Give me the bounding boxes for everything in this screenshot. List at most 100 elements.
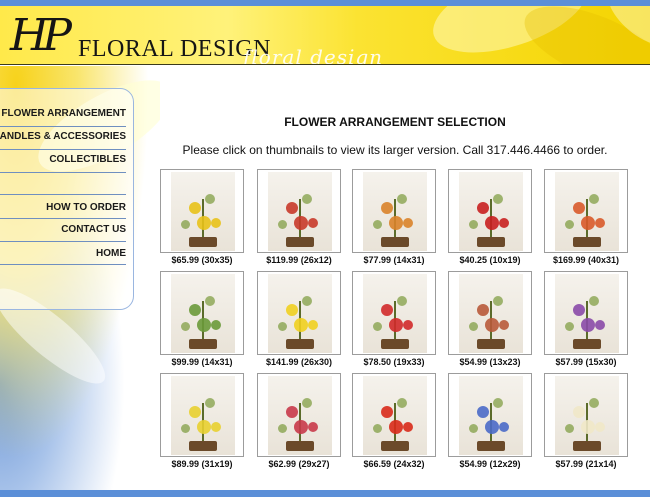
arrangement-bloom <box>493 398 503 408</box>
product-price: $54.99 (13x23) <box>459 357 521 367</box>
arrangement-bloom <box>286 406 298 418</box>
arrangement-bloom <box>397 296 407 306</box>
arrangement-bloom <box>397 398 407 408</box>
arrangement-bloom <box>205 398 215 408</box>
arrangement-bloom <box>373 220 382 229</box>
arrangement-bloom <box>278 322 287 331</box>
product-thumbnail[interactable] <box>257 169 341 253</box>
product-price: $54.99 (12x29) <box>459 459 521 469</box>
arrangement-bloom <box>595 218 605 228</box>
nav-divider <box>0 172 126 173</box>
product-price: $89.99 (31x19) <box>171 459 233 469</box>
arrangement-bloom <box>469 220 478 229</box>
product-price: $57.99 (21x14) <box>555 459 617 469</box>
product-price: $99.99 (14x31) <box>171 357 233 367</box>
arrangement-bloom <box>581 318 595 332</box>
arrangement-bloom <box>278 424 287 433</box>
arrangement-pot <box>477 237 505 247</box>
arrangement-bloom <box>589 296 599 306</box>
site-header: HP FLORAL DESIGN floral design <box>0 6 650 65</box>
product-price: $141.99 (26x30) <box>265 357 333 367</box>
product-thumbnail[interactable] <box>352 271 436 355</box>
arrangement-bloom <box>493 296 503 306</box>
product-thumbnail[interactable] <box>257 271 341 355</box>
arrangement-bloom <box>403 320 413 330</box>
logo-title: FLORAL DESIGN <box>78 36 271 62</box>
product-thumbnail[interactable] <box>544 373 628 457</box>
arrangement-photo <box>363 172 427 251</box>
nav-home[interactable]: HOME <box>96 248 126 259</box>
arrangement-bloom <box>373 424 382 433</box>
arrangement-pot <box>189 339 217 349</box>
arrangement-pot <box>573 441 601 451</box>
product-thumbnail[interactable] <box>352 169 436 253</box>
product-thumbnail[interactable] <box>160 169 244 253</box>
arrangement-bloom <box>485 318 499 332</box>
nav-flower-arrangement[interactable]: FLOWER ARRANGEMENT <box>1 108 126 119</box>
product-price: $65.99 (30x35) <box>171 255 233 265</box>
arrangement-bloom <box>499 422 509 432</box>
arrangement-bloom <box>477 304 489 316</box>
arrangement-bloom <box>286 202 298 214</box>
arrangement-bloom <box>477 202 489 214</box>
arrangement-bloom <box>389 318 403 332</box>
arrangement-bloom <box>302 398 312 408</box>
arrangement-bloom <box>189 202 201 214</box>
arrangement-bloom <box>294 420 308 434</box>
arrangement-photo <box>555 172 619 251</box>
arrangement-bloom <box>581 216 595 230</box>
product-price: $66.59 (24x32) <box>363 459 425 469</box>
arrangement-pot <box>286 441 314 451</box>
arrangement-pot <box>573 339 601 349</box>
arrangement-bloom <box>485 216 499 230</box>
arrangement-bloom <box>278 220 287 229</box>
arrangement-bloom <box>573 304 585 316</box>
nav-divider <box>0 126 126 127</box>
product-thumbnail[interactable] <box>544 271 628 355</box>
arrangement-photo <box>555 376 619 455</box>
product-thumbnail[interactable] <box>544 169 628 253</box>
page-title: FLOWER ARRANGEMENT SELECTION <box>284 115 506 129</box>
product-thumbnail[interactable] <box>160 271 244 355</box>
arrangement-bloom <box>181 322 190 331</box>
arrangement-bloom <box>589 194 599 204</box>
arrangement-bloom <box>403 218 413 228</box>
arrangement-bloom <box>181 220 190 229</box>
arrangement-bloom <box>197 420 211 434</box>
nav-how-to-order[interactable]: HOW TO ORDER <box>46 202 126 213</box>
arrangement-bloom <box>477 406 489 418</box>
nav-collectibles[interactable]: COLLECTIBLES <box>49 154 126 165</box>
product-thumbnail[interactable] <box>352 373 436 457</box>
nav-divider <box>0 264 126 265</box>
nav-contact-us[interactable]: CONTACT US <box>61 224 126 235</box>
arrangement-bloom <box>211 320 221 330</box>
product-price: $78.50 (19x33) <box>363 357 425 367</box>
nav-candles-accessories[interactable]: CANDLES & ACCESSORIES <box>0 131 126 142</box>
arrangement-bloom <box>189 304 201 316</box>
arrangement-pot <box>189 441 217 451</box>
arrangement-bloom <box>211 422 221 432</box>
product-thumbnail[interactable] <box>257 373 341 457</box>
arrangement-bloom <box>308 218 318 228</box>
arrangement-photo <box>171 376 235 455</box>
product-thumbnail[interactable] <box>448 373 532 457</box>
product-thumbnail[interactable] <box>448 271 532 355</box>
arrangement-bloom <box>403 422 413 432</box>
arrangement-bloom <box>294 216 308 230</box>
arrangement-bloom <box>381 406 393 418</box>
arrangement-bloom <box>294 318 308 332</box>
arrangement-bloom <box>499 218 509 228</box>
arrangement-photo <box>363 274 427 353</box>
arrangement-bloom <box>308 320 318 330</box>
product-thumbnail[interactable] <box>160 373 244 457</box>
arrangement-bloom <box>595 320 605 330</box>
arrangement-bloom <box>381 304 393 316</box>
arrangement-pot <box>381 441 409 451</box>
product-thumbnail[interactable] <box>448 169 532 253</box>
arrangement-pot <box>381 339 409 349</box>
nav-divider <box>0 149 126 150</box>
product-price: $57.99 (15x30) <box>555 357 617 367</box>
bottom-border-bar <box>0 490 650 497</box>
arrangement-photo <box>171 172 235 251</box>
arrangement-bloom <box>565 424 574 433</box>
